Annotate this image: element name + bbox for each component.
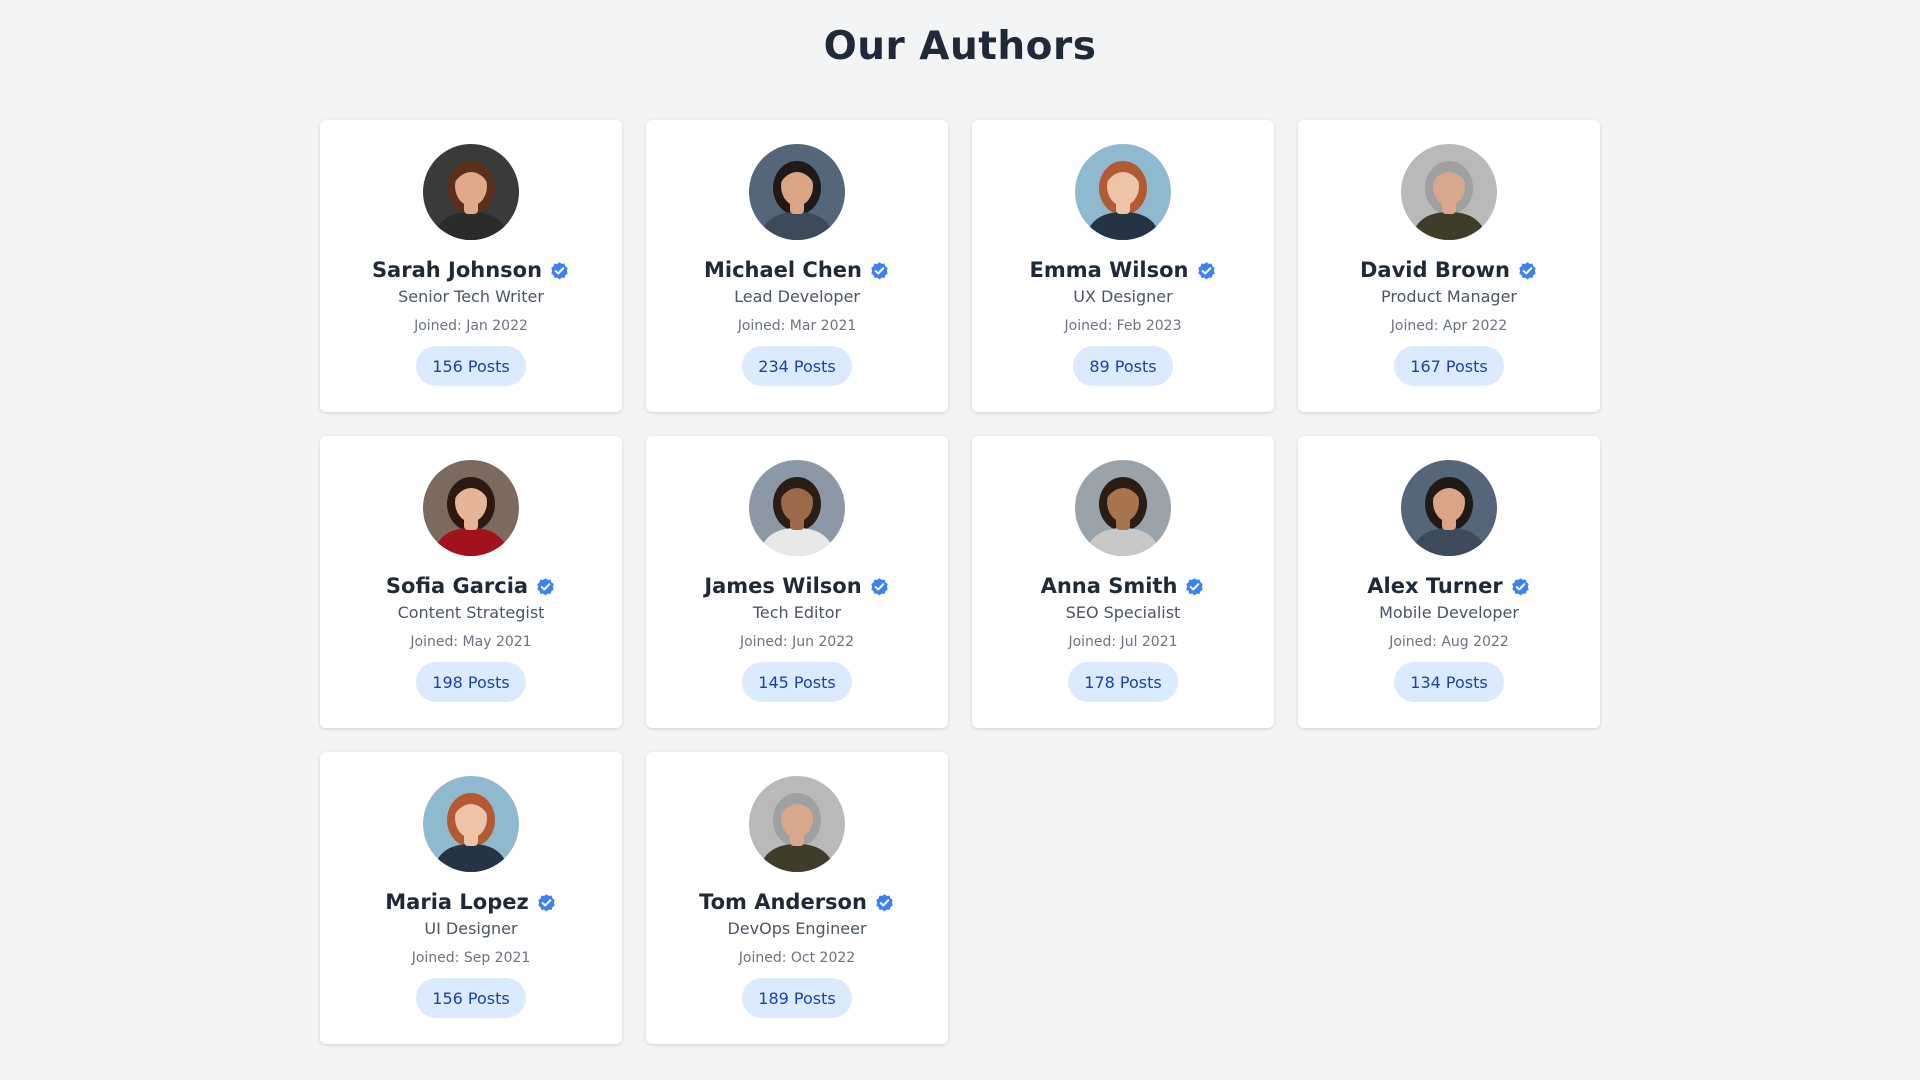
author-card[interactable]: Emma Wilson UX Designer Joined: Feb 2023… — [972, 120, 1274, 412]
author-name[interactable]: James Wilson — [704, 574, 861, 598]
page-title: Our Authors — [823, 24, 1097, 69]
author-avatar — [1401, 460, 1497, 556]
avatar-photo — [1401, 460, 1497, 556]
verified-check-icon — [537, 893, 555, 911]
author-role: Content Strategist — [397, 603, 545, 622]
author-role: Product Manager — [1381, 287, 1517, 306]
author-avatar — [423, 460, 519, 556]
author-avatar — [1075, 460, 1171, 556]
author-avatar — [749, 144, 845, 240]
author-name[interactable]: Sofia Garcia — [386, 574, 528, 598]
author-posts-badge[interactable]: 89 Posts — [1073, 346, 1173, 386]
author-role: SEO Specialist — [1065, 603, 1181, 622]
authors-page: Our Authors Sarah Johnson Senior Tech Wr… — [0, 0, 1920, 1080]
avatar-photo — [423, 144, 519, 240]
verified-check-icon — [1186, 577, 1204, 595]
author-joined-date: Joined: Oct 2022 — [738, 950, 856, 966]
author-name[interactable]: Michael Chen — [704, 258, 862, 282]
author-role: Senior Tech Writer — [398, 287, 544, 306]
author-role: DevOps Engineer — [727, 919, 867, 938]
verified-check-icon — [1519, 261, 1536, 279]
author-posts-badge[interactable]: 134 Posts — [1394, 662, 1504, 702]
author-name-row: Sofia Garcia — [386, 573, 556, 599]
author-posts-badge[interactable]: 198 Posts — [416, 662, 526, 702]
author-role: UX Designer — [1073, 287, 1173, 306]
verified-check-icon — [876, 893, 893, 911]
author-name[interactable]: Maria Lopez — [385, 890, 528, 914]
author-card[interactable]: Sofia Garcia Content Strategist Joined: … — [320, 436, 622, 728]
author-avatar — [749, 776, 845, 872]
verified-check-icon — [537, 577, 554, 595]
verified-check-icon — [1197, 261, 1215, 279]
author-posts-badge[interactable]: 156 Posts — [416, 978, 526, 1018]
author-posts-badge[interactable]: 167 Posts — [1394, 346, 1504, 386]
author-joined-date: Joined: Jun 2022 — [739, 634, 855, 650]
avatar-photo — [1401, 144, 1497, 240]
author-posts-badge[interactable]: 156 Posts — [416, 346, 526, 386]
author-name[interactable]: David Brown — [1360, 258, 1510, 282]
verified-check-icon — [1511, 577, 1529, 595]
authors-grid: Sarah Johnson Senior Tech Writer Joined:… — [320, 120, 1601, 1044]
author-name[interactable]: Emma Wilson — [1029, 258, 1188, 282]
author-avatar — [749, 460, 845, 556]
author-card[interactable]: Alex Turner Mobile Developer Joined: Aug… — [1298, 436, 1600, 728]
author-name-row: Sarah Johnson — [372, 257, 570, 283]
author-joined-date: Joined: Apr 2022 — [1390, 318, 1508, 334]
author-joined-date: Joined: Jul 2021 — [1068, 634, 1178, 650]
author-role: Mobile Developer — [1379, 603, 1519, 622]
author-name-row: Alex Turner — [1367, 573, 1530, 599]
author-joined-date: Joined: May 2021 — [410, 634, 532, 650]
author-name[interactable]: Tom Anderson — [699, 890, 867, 914]
author-role: Lead Developer — [734, 287, 860, 306]
author-joined-date: Joined: Aug 2022 — [1389, 634, 1509, 650]
author-card[interactable]: Michael Chen Lead Developer Joined: Mar … — [646, 120, 948, 412]
author-posts-badge[interactable]: 178 Posts — [1068, 662, 1178, 702]
author-name-row: Emma Wilson — [1029, 257, 1216, 283]
verified-check-icon — [871, 261, 888, 279]
author-name-row: Tom Anderson — [699, 889, 895, 915]
author-joined-date: Joined: Feb 2023 — [1064, 318, 1182, 334]
author-card[interactable]: Sarah Johnson Senior Tech Writer Joined:… — [320, 120, 622, 412]
author-joined-date: Joined: Jan 2022 — [414, 318, 528, 334]
author-posts-badge[interactable]: 234 Posts — [742, 346, 852, 386]
author-name-row: Maria Lopez — [385, 889, 556, 915]
author-avatar — [423, 144, 519, 240]
author-name[interactable]: Anna Smith — [1041, 574, 1178, 598]
author-avatar — [1075, 144, 1171, 240]
author-name-row: David Brown — [1360, 257, 1538, 283]
author-card[interactable]: Tom Anderson DevOps Engineer Joined: Oct… — [646, 752, 948, 1044]
author-posts-badge[interactable]: 145 Posts — [742, 662, 852, 702]
author-name[interactable]: Alex Turner — [1367, 574, 1502, 598]
author-joined-date: Joined: Mar 2021 — [737, 318, 857, 334]
verified-check-icon — [870, 577, 888, 595]
avatar-photo — [1075, 144, 1171, 240]
author-card[interactable]: Anna Smith SEO Specialist Joined: Jul 20… — [972, 436, 1274, 728]
author-role: UI Designer — [424, 919, 518, 938]
avatar-photo — [1075, 460, 1171, 556]
avatar-photo — [423, 460, 519, 556]
author-card[interactable]: Maria Lopez UI Designer Joined: Sep 2021… — [320, 752, 622, 1044]
author-card[interactable]: David Brown Product Manager Joined: Apr … — [1298, 120, 1600, 412]
avatar-photo — [749, 460, 845, 556]
author-name-row: James Wilson — [704, 573, 889, 599]
author-posts-badge[interactable]: 189 Posts — [742, 978, 852, 1018]
author-name-row: Michael Chen — [704, 257, 890, 283]
avatar-photo — [423, 776, 519, 872]
author-name[interactable]: Sarah Johnson — [372, 258, 542, 282]
avatar-photo — [749, 776, 845, 872]
verified-check-icon — [551, 261, 568, 279]
author-role: Tech Editor — [752, 603, 842, 622]
author-joined-date: Joined: Sep 2021 — [411, 950, 531, 966]
author-name-row: Anna Smith — [1041, 573, 1206, 599]
avatar-photo — [749, 144, 845, 240]
author-card[interactable]: James Wilson Tech Editor Joined: Jun 202… — [646, 436, 948, 728]
author-avatar — [423, 776, 519, 872]
author-avatar — [1401, 144, 1497, 240]
